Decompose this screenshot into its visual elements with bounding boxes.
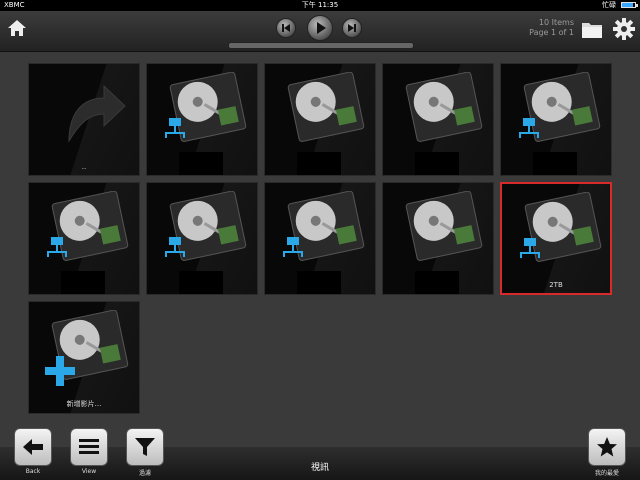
previous-icon[interactable] — [276, 18, 296, 38]
grid-item-add-source[interactable]: 新增影片... — [28, 301, 140, 414]
battery-icon — [621, 2, 638, 8]
home-icon[interactable] — [6, 17, 28, 39]
gear-icon[interactable] — [612, 17, 636, 41]
back-icon — [23, 439, 43, 455]
progress-scrubber[interactable] — [228, 42, 414, 49]
network-icon — [519, 118, 539, 138]
page-indicator: Page 1 of 1 — [529, 28, 574, 37]
network-icon — [520, 238, 540, 258]
play-icon[interactable] — [307, 15, 333, 41]
grid-item-drive[interactable] — [264, 63, 376, 176]
items-count: 10 Items — [538, 18, 574, 27]
grid-item-label: 2TB — [549, 281, 563, 289]
section-title: 視訊 — [310, 463, 329, 473]
grid-item-parent-folder[interactable]: .. — [28, 63, 140, 176]
grid-item-network-drive[interactable] — [28, 182, 140, 295]
busy-label: 忙碌 — [602, 1, 616, 9]
grid-item-drive[interactable] — [382, 182, 494, 295]
media-grid: .. 2TB 新增影片... — [28, 63, 618, 423]
top-bar: 10 Items Page 1 of 1 — [0, 11, 640, 52]
grid-item-network-drive[interactable] — [146, 182, 258, 295]
network-icon — [47, 237, 67, 257]
grid-item-network-drive[interactable] — [264, 182, 376, 295]
back-arrow-icon — [68, 84, 126, 143]
transport-controls — [276, 15, 364, 41]
items-info: 10 Items Page 1 of 1 — [529, 18, 574, 38]
list-icon — [79, 439, 99, 454]
status-bar: XBMC 下午 11:35 忙碌 — [0, 0, 640, 11]
hard-drive-icon — [287, 72, 365, 142]
grid-item-network-drive[interactable] — [146, 63, 258, 176]
grid-item-network-drive-selected[interactable]: 2TB — [500, 182, 612, 295]
network-icon — [165, 237, 185, 257]
hard-drive-icon — [405, 72, 483, 142]
add-icon — [45, 356, 75, 386]
network-icon — [165, 118, 185, 138]
network-icon — [283, 237, 303, 257]
grid-item-drive[interactable] — [382, 63, 494, 176]
next-icon[interactable] — [342, 18, 362, 38]
folder-icon[interactable] — [581, 19, 603, 39]
grid-item-label: 新增影片... — [66, 400, 102, 408]
grid-item-network-drive[interactable] — [500, 63, 612, 176]
status-clock: 下午 11:35 — [301, 1, 339, 9]
grid-item-label: .. — [81, 163, 87, 171]
hard-drive-icon — [405, 191, 483, 261]
favourites-label: 我的最愛 — [594, 470, 619, 477]
favourites-button[interactable]: 我的最愛 — [587, 428, 627, 477]
filter-icon — [135, 438, 155, 456]
star-icon — [597, 437, 617, 457]
